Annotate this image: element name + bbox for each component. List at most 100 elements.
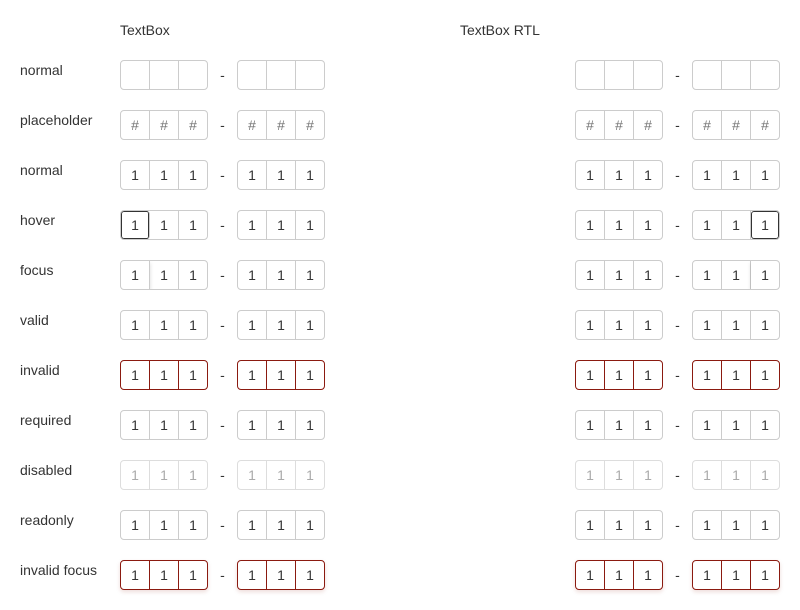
textbox-segment[interactable]: 1 — [150, 311, 179, 339]
textbox-segment[interactable] — [150, 61, 179, 89]
textbox-segment[interactable]: 1 — [150, 361, 179, 389]
textbox-segment[interactable]: 1 — [179, 511, 207, 539]
textbox-segment[interactable]: # — [296, 111, 324, 139]
textbox-segment[interactable]: 1 — [267, 511, 296, 539]
textbox-segment[interactable]: 1 — [751, 511, 779, 539]
textbox-segment[interactable]: 1 — [722, 311, 751, 339]
textbox-segment[interactable]: 1 — [605, 211, 634, 239]
textbox-segment[interactable]: 1 — [121, 261, 150, 289]
textbox-segment[interactable]: 1 — [605, 511, 634, 539]
masked-textbox[interactable] — [575, 60, 663, 90]
textbox-segment[interactable]: 1 — [150, 411, 179, 439]
masked-textbox[interactable]: 111 — [575, 560, 663, 590]
textbox-segment[interactable]: 1 — [296, 511, 324, 539]
textbox-segment[interactable]: 1 — [693, 261, 722, 289]
masked-textbox[interactable]: 111 — [692, 560, 780, 590]
textbox-segment[interactable]: 1 — [296, 361, 324, 389]
textbox-segment[interactable]: 1 — [121, 411, 150, 439]
textbox-segment[interactable]: 1 — [296, 311, 324, 339]
masked-textbox[interactable]: 111 — [237, 410, 325, 440]
textbox-segment[interactable]: 1 — [238, 211, 267, 239]
textbox-segment[interactable]: 1 — [722, 211, 751, 239]
textbox-segment[interactable]: 1 — [179, 561, 207, 589]
textbox-segment[interactable]: 1 — [605, 361, 634, 389]
textbox-segment[interactable]: 1 — [296, 561, 324, 589]
textbox-segment[interactable]: 1 — [693, 311, 722, 339]
masked-textbox[interactable]: 111 — [120, 410, 208, 440]
textbox-segment[interactable]: 1 — [121, 561, 150, 589]
textbox-segment[interactable]: # — [693, 111, 722, 139]
textbox-segment[interactable] — [238, 61, 267, 89]
textbox-segment[interactable]: 1 — [267, 361, 296, 389]
masked-textbox[interactable]: 111 — [575, 260, 663, 290]
textbox-segment[interactable]: 1 — [121, 311, 150, 339]
masked-textbox[interactable]: 111 — [237, 260, 325, 290]
textbox-segment[interactable]: 1 — [576, 511, 605, 539]
textbox-segment[interactable]: 1 — [605, 311, 634, 339]
textbox-segment[interactable]: 1 — [722, 411, 751, 439]
textbox-segment[interactable]: 1 — [238, 561, 267, 589]
masked-textbox[interactable]: 111 — [120, 510, 208, 540]
masked-textbox[interactable]: 111 — [692, 160, 780, 190]
textbox-segment[interactable]: # — [751, 111, 779, 139]
textbox-segment[interactable]: 1 — [576, 161, 605, 189]
textbox-segment[interactable] — [751, 61, 779, 89]
masked-textbox[interactable]: 111 — [237, 560, 325, 590]
masked-textbox[interactable]: 111 — [692, 510, 780, 540]
textbox-segment[interactable]: 1 — [693, 411, 722, 439]
textbox-segment[interactable]: 1 — [179, 411, 207, 439]
masked-textbox[interactable]: 111 — [575, 160, 663, 190]
textbox-segment[interactable]: 1 — [722, 511, 751, 539]
textbox-segment[interactable]: 1 — [267, 561, 296, 589]
textbox-segment[interactable]: 1 — [751, 161, 779, 189]
textbox-segment[interactable]: 1 — [150, 261, 179, 289]
textbox-segment[interactable]: 1 — [267, 311, 296, 339]
textbox-segment[interactable]: 1 — [238, 511, 267, 539]
textbox-segment[interactable]: 1 — [751, 211, 779, 239]
textbox-segment[interactable]: 1 — [150, 561, 179, 589]
textbox-segment[interactable]: 1 — [238, 261, 267, 289]
textbox-segment[interactable]: 1 — [605, 161, 634, 189]
masked-textbox[interactable]: 111 — [575, 510, 663, 540]
textbox-segment[interactable]: 1 — [179, 161, 207, 189]
textbox-segment[interactable]: 1 — [121, 361, 150, 389]
textbox-segment[interactable]: 1 — [576, 561, 605, 589]
masked-textbox[interactable]: 111 — [120, 310, 208, 340]
textbox-segment[interactable] — [722, 61, 751, 89]
masked-textbox[interactable]: # # # — [120, 110, 208, 140]
textbox-segment[interactable]: 1 — [751, 361, 779, 389]
masked-textbox[interactable]: 111 — [692, 360, 780, 390]
textbox-segment[interactable]: 1 — [605, 261, 634, 289]
textbox-segment[interactable]: 1 — [693, 511, 722, 539]
textbox-segment[interactable]: 1 — [267, 161, 296, 189]
textbox-segment[interactable]: 1 — [751, 411, 779, 439]
masked-textbox[interactable]: 111 — [692, 310, 780, 340]
textbox-segment[interactable]: 1 — [576, 411, 605, 439]
textbox-segment[interactable]: 1 — [296, 261, 324, 289]
masked-textbox[interactable]: 111 — [575, 360, 663, 390]
masked-textbox[interactable]: 111 — [120, 560, 208, 590]
textbox-segment[interactable]: 1 — [121, 511, 150, 539]
textbox-segment[interactable]: 1 — [634, 161, 662, 189]
textbox-segment[interactable]: # — [605, 111, 634, 139]
textbox-segment[interactable]: 1 — [150, 161, 179, 189]
textbox-segment[interactable] — [179, 61, 207, 89]
textbox-segment[interactable]: 1 — [296, 411, 324, 439]
textbox-segment[interactable] — [267, 61, 296, 89]
textbox-segment[interactable]: 1 — [121, 211, 150, 239]
textbox-segment[interactable]: 1 — [238, 411, 267, 439]
masked-textbox[interactable]: 111 — [692, 410, 780, 440]
textbox-segment[interactable]: # — [179, 111, 207, 139]
textbox-segment[interactable]: 1 — [722, 561, 751, 589]
masked-textbox[interactable]: 111 — [237, 360, 325, 390]
textbox-segment[interactable] — [576, 61, 605, 89]
textbox-segment[interactable]: 1 — [634, 411, 662, 439]
textbox-segment[interactable]: 1 — [722, 361, 751, 389]
textbox-segment[interactable]: # — [267, 111, 296, 139]
textbox-segment[interactable]: # — [722, 111, 751, 139]
textbox-segment[interactable]: 1 — [634, 361, 662, 389]
masked-textbox[interactable]: 111 — [575, 210, 663, 240]
masked-textbox[interactable]: 111 — [237, 510, 325, 540]
masked-textbox[interactable]: 111 — [692, 260, 780, 290]
textbox-segment[interactable]: 1 — [150, 211, 179, 239]
